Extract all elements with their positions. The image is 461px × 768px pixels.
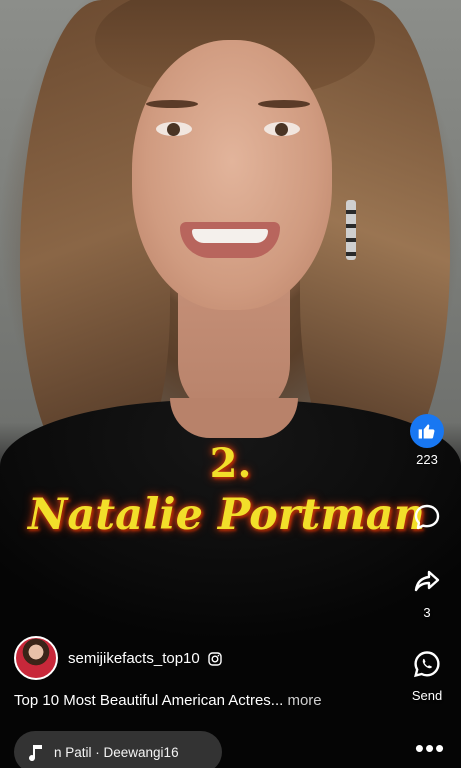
instagram-icon (208, 651, 222, 666)
neckline (170, 398, 298, 438)
music-pill[interactable]: n Patil · Deewangi16 (14, 731, 222, 768)
send-label: Send (411, 688, 443, 703)
more-link[interactable]: more (287, 692, 321, 709)
more-dots-icon[interactable]: ••• (410, 735, 450, 761)
whatsapp-icon (414, 651, 440, 678)
share-count: 3 (423, 605, 431, 620)
music-text: n Patil · Deewangi16 (54, 744, 179, 760)
eyebrow-left (146, 100, 198, 108)
face (132, 40, 332, 310)
comment-button[interactable] (402, 502, 452, 537)
music-note-icon (29, 745, 42, 761)
description-text: Top 10 Most Beautiful American Actres... (14, 692, 284, 709)
send-button[interactable]: Send (402, 649, 452, 703)
author-username[interactable]: semijikefacts_top10 (68, 650, 200, 667)
comment-bubble-icon (414, 504, 440, 530)
like-button[interactable]: 223 (402, 414, 452, 467)
thumbs-up-icon (410, 414, 444, 448)
description[interactable]: Top 10 Most Beautiful American Actres...… (14, 692, 322, 709)
like-count: 223 (416, 452, 438, 467)
caption-rank: 2. (209, 440, 252, 487)
earring (346, 200, 356, 260)
teeth (192, 229, 268, 243)
share-arrow-icon (414, 570, 440, 592)
eyebrow-right (258, 100, 310, 108)
share-button[interactable]: 3 (402, 566, 452, 620)
caption-name: Natalie Portman (28, 490, 425, 540)
author-row[interactable]: semijikefacts_top10 (68, 650, 222, 667)
avatar[interactable] (14, 636, 58, 680)
eye-left (156, 122, 192, 136)
eye-right (264, 122, 300, 136)
